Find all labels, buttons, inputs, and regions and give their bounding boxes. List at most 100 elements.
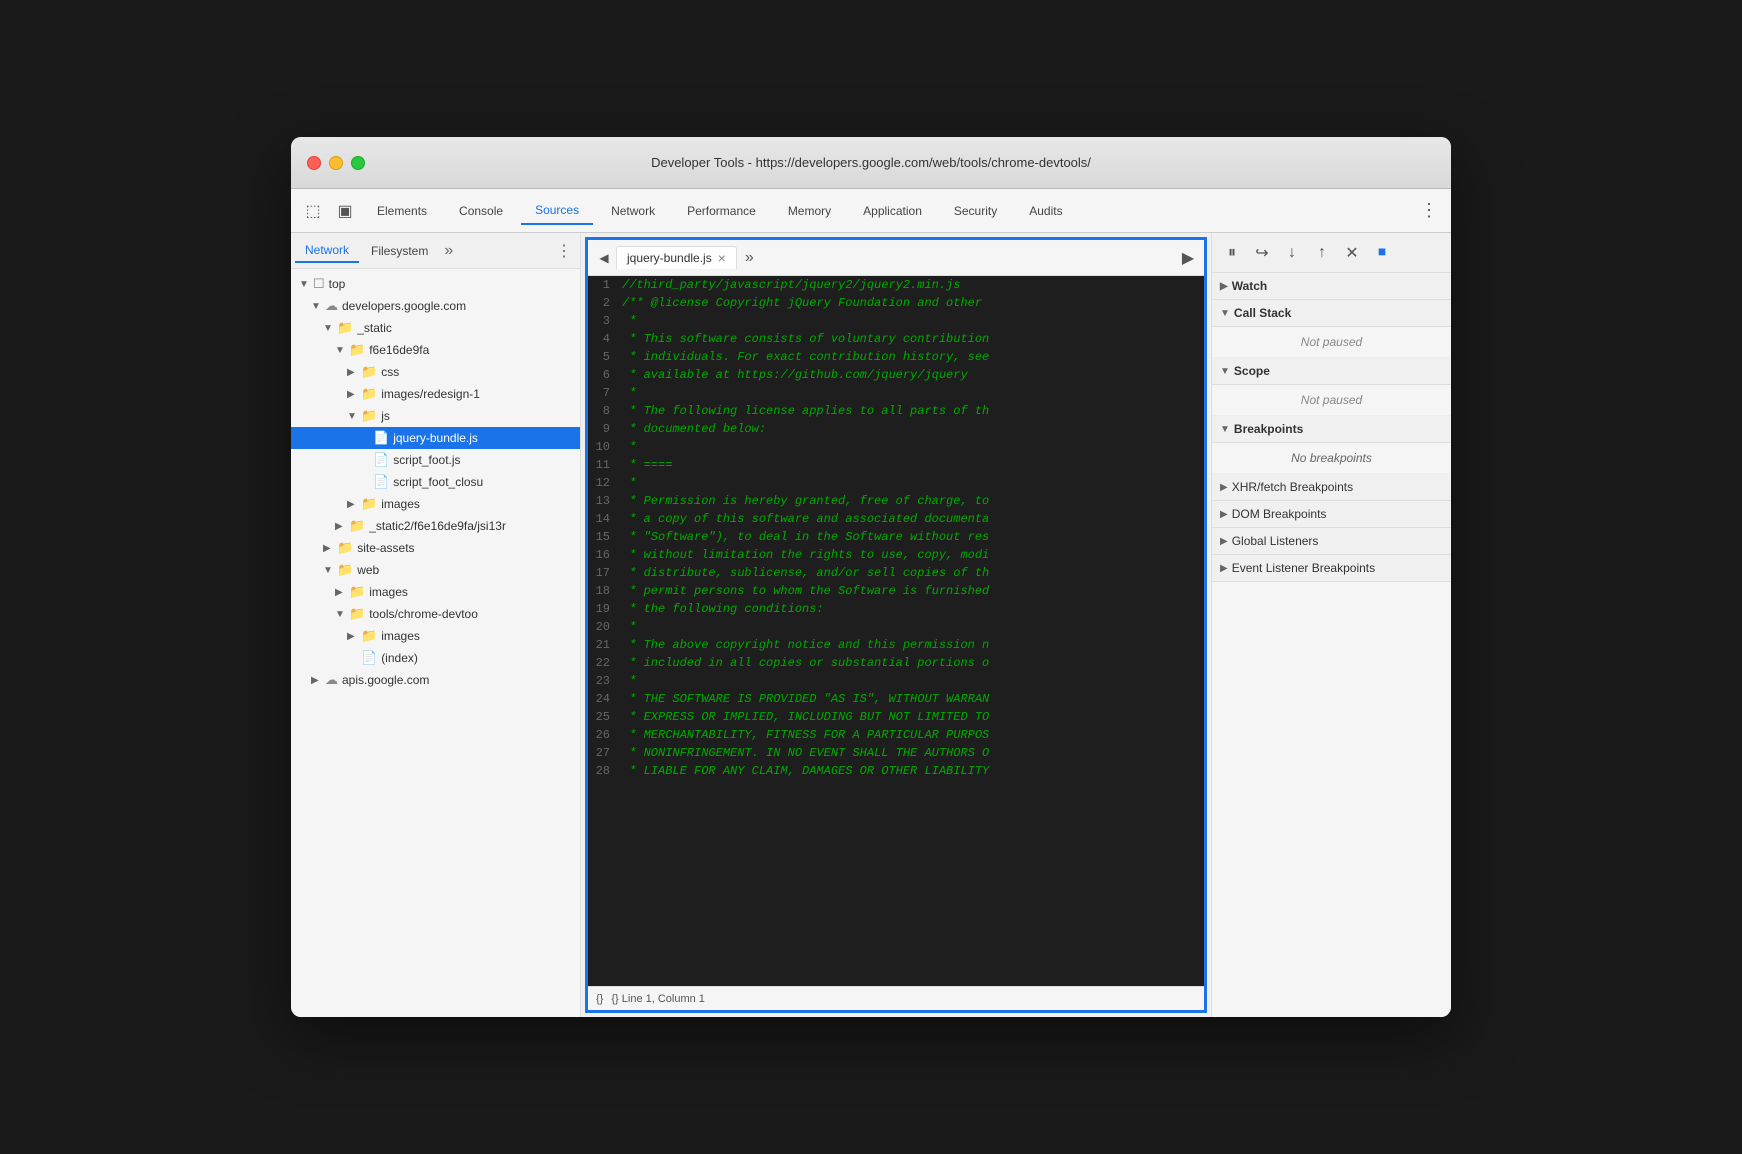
tree-item-css[interactable]: ▶ 📁 css bbox=[291, 361, 580, 383]
tree-item-apis-google[interactable]: ▶ ☁ apis.google.com bbox=[291, 669, 580, 691]
tree-item-top[interactable]: ▼ ☐ top bbox=[291, 273, 580, 295]
global-listeners-section-header[interactable]: ▶ Global Listeners bbox=[1212, 528, 1451, 555]
tab-console[interactable]: Console bbox=[445, 198, 517, 224]
watch-label: Watch bbox=[1232, 279, 1268, 293]
tree-label: images/redesign-1 bbox=[381, 387, 480, 401]
line-number: 11 bbox=[588, 456, 618, 474]
tree-item-script-foot-closure[interactable]: 📄 script_foot_closu bbox=[291, 471, 580, 493]
tab-audits[interactable]: Audits bbox=[1015, 198, 1076, 224]
code-line: 14 * a copy of this software and associa… bbox=[588, 510, 1204, 528]
minimize-button[interactable] bbox=[329, 156, 343, 170]
tab-memory[interactable]: Memory bbox=[774, 198, 845, 224]
tab-security[interactable]: Security bbox=[940, 198, 1011, 224]
tree-arrow: ▼ bbox=[299, 279, 313, 290]
tree-item-js[interactable]: ▼ 📁 js bbox=[291, 405, 580, 427]
code-line: 3 * bbox=[588, 312, 1204, 330]
step-into-icon[interactable]: ↓ bbox=[1280, 241, 1304, 265]
tree-arrow: ▶ bbox=[323, 543, 337, 554]
tree-item-script-foot[interactable]: 📄 script_foot.js bbox=[291, 449, 580, 471]
device-toolbar-icon[interactable]: ▣ bbox=[331, 197, 359, 225]
tree-item-site-assets[interactable]: ▶ 📁 site-assets bbox=[291, 537, 580, 559]
close-button[interactable] bbox=[307, 156, 321, 170]
file-panel-menu-icon[interactable]: ⋮ bbox=[552, 241, 576, 261]
tree-label: images bbox=[381, 497, 420, 511]
maximize-button[interactable] bbox=[351, 156, 365, 170]
tab-sources[interactable]: Sources bbox=[521, 197, 593, 225]
line-content: * "Software"), to deal in the Software w… bbox=[618, 528, 1204, 546]
folder-icon: 📁 bbox=[361, 628, 377, 644]
tree-item-index[interactable]: 📄 (index) bbox=[291, 647, 580, 669]
tab-performance[interactable]: Performance bbox=[673, 198, 770, 224]
main-content: Network Filesystem » ⋮ ▼ ☐ top ▼ ☁ devel… bbox=[291, 233, 1451, 1017]
line-content: * NONINFRINGEMENT. IN NO EVENT SHALL THE… bbox=[618, 744, 1204, 762]
tree-item-web-images[interactable]: ▶ 📁 images bbox=[291, 581, 580, 603]
line-content: * The following license applies to all p… bbox=[618, 402, 1204, 420]
watch-section-header[interactable]: ▶ Watch bbox=[1212, 273, 1451, 300]
xhr-breakpoints-section-header[interactable]: ▶ XHR/fetch Breakpoints bbox=[1212, 474, 1451, 501]
editor-tab-prev-icon[interactable]: ◀ bbox=[592, 246, 616, 270]
tree-item-jquery-bundle[interactable]: 📄 jquery-bundle.js bbox=[291, 427, 580, 449]
tree-item-developers-google[interactable]: ▼ ☁ developers.google.com bbox=[291, 295, 580, 317]
pause-on-exceptions-icon[interactable]: ⏹ bbox=[1370, 241, 1394, 265]
code-line: 2/** @license Copyright jQuery Foundatio… bbox=[588, 294, 1204, 312]
scope-content: Not paused bbox=[1212, 385, 1451, 416]
line-number: 3 bbox=[588, 312, 618, 330]
pause-resume-icon[interactable]: ⏸ bbox=[1220, 241, 1244, 265]
code-editor[interactable]: 1//third_party/javascript/jquery2/jquery… bbox=[588, 276, 1204, 986]
editor-tab-jquery[interactable]: jquery-bundle.js × bbox=[616, 246, 737, 269]
tree-item-hash[interactable]: ▼ 📁 f6e16de9fa bbox=[291, 339, 580, 361]
tab-filesystem[interactable]: Filesystem bbox=[361, 240, 438, 262]
line-content: * a copy of this software and associated… bbox=[618, 510, 1204, 528]
code-line: 19 * the following conditions: bbox=[588, 600, 1204, 618]
scope-section-header[interactable]: ▼ Scope bbox=[1212, 358, 1451, 385]
more-tabs-button[interactable]: ⋮ bbox=[1415, 197, 1443, 225]
folder-icon: 📁 bbox=[349, 342, 365, 358]
step-over-icon[interactable]: ↪ bbox=[1250, 241, 1274, 265]
tree-item-images-redesign[interactable]: ▶ 📁 images/redesign-1 bbox=[291, 383, 580, 405]
editor-run-snippet-icon[interactable]: ▶ bbox=[1176, 246, 1200, 270]
tab-application[interactable]: Application bbox=[849, 198, 936, 224]
step-out-icon[interactable]: ↑ bbox=[1310, 241, 1334, 265]
breakpoints-label: Breakpoints bbox=[1234, 422, 1303, 436]
tab-network[interactable]: Network bbox=[295, 239, 359, 263]
code-line: 28 * LIABLE FOR ANY CLAIM, DAMAGES OR OT… bbox=[588, 762, 1204, 780]
breakpoints-section-header[interactable]: ▼ Breakpoints bbox=[1212, 416, 1451, 443]
tree-item-tools-chrome[interactable]: ▼ 📁 tools/chrome-devtoo bbox=[291, 603, 580, 625]
tree-arrow: ▶ bbox=[347, 499, 361, 510]
line-number: 9 bbox=[588, 420, 618, 438]
line-number: 17 bbox=[588, 564, 618, 582]
tab-network[interactable]: Network bbox=[597, 198, 669, 224]
folder-icon: 📁 bbox=[337, 540, 353, 556]
line-content: * without limitation the rights to use, … bbox=[618, 546, 1204, 564]
tree-label: images bbox=[381, 629, 420, 643]
tree-item-web[interactable]: ▼ 📁 web bbox=[291, 559, 580, 581]
tree-item-static[interactable]: ▼ 📁 _static bbox=[291, 317, 580, 339]
watch-arrow-icon: ▶ bbox=[1220, 281, 1228, 292]
tree-item-static2[interactable]: ▶ 📁 _static2/f6e16de9fa/jsi13r bbox=[291, 515, 580, 537]
dom-breakpoints-section-header[interactable]: ▶ DOM Breakpoints bbox=[1212, 501, 1451, 528]
call-stack-content: Not paused bbox=[1212, 327, 1451, 358]
line-content: * included in all copies or substantial … bbox=[618, 654, 1204, 672]
code-line: 9 * documented below: bbox=[588, 420, 1204, 438]
inspect-element-icon[interactable]: ⬚ bbox=[299, 197, 327, 225]
call-stack-section-header[interactable]: ▼ Call Stack bbox=[1212, 300, 1451, 327]
line-number: 15 bbox=[588, 528, 618, 546]
folder-icon: 📁 bbox=[361, 496, 377, 512]
tree-arrow: ▼ bbox=[347, 411, 361, 422]
breakpoints-content: No breakpoints bbox=[1212, 443, 1451, 474]
tab-elements[interactable]: Elements bbox=[363, 198, 441, 224]
tree-label: css bbox=[381, 365, 399, 379]
editor-tab-close-icon[interactable]: × bbox=[718, 251, 726, 265]
file-panel: Network Filesystem » ⋮ ▼ ☐ top ▼ ☁ devel… bbox=[291, 233, 581, 1017]
more-file-tabs-icon[interactable]: » bbox=[440, 242, 457, 260]
tree-item-images[interactable]: ▶ 📁 images bbox=[291, 493, 580, 515]
tree-label: tools/chrome-devtoo bbox=[369, 607, 478, 621]
tree-item-tools-images[interactable]: ▶ 📁 images bbox=[291, 625, 580, 647]
tree-label: apis.google.com bbox=[342, 673, 429, 687]
code-line: 11 * ==== bbox=[588, 456, 1204, 474]
event-listener-breakpoints-section-header[interactable]: ▶ Event Listener Breakpoints bbox=[1212, 555, 1451, 582]
tree-arrow: ▼ bbox=[323, 323, 337, 334]
folder-icon: 📁 bbox=[361, 364, 377, 380]
editor-tab-more-icon[interactable]: » bbox=[737, 249, 762, 267]
deactivate-breakpoints-icon[interactable]: ✕ bbox=[1340, 241, 1364, 265]
